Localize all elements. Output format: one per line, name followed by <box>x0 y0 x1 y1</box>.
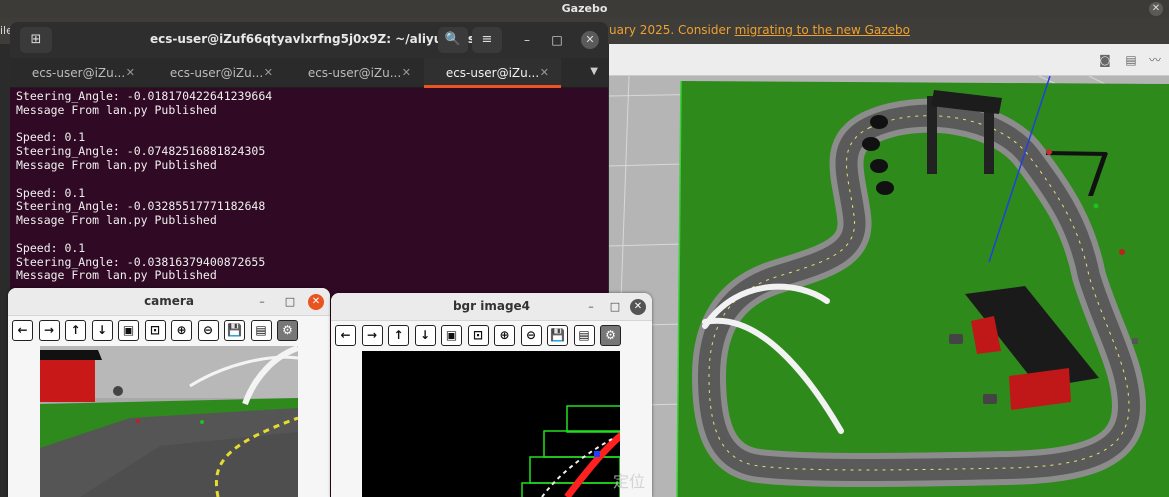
terminal-tab-1[interactable]: ecs-user@iZu... ✕ <box>10 58 147 88</box>
terminal-line: Steering_Angle: -0.018170422641239664 <box>16 89 273 103</box>
zoom-out-icon[interactable]: ⊖ <box>197 320 219 341</box>
terminal-maximize-button[interactable]: □ <box>548 31 566 49</box>
arrow-up-icon[interactable]: ↑ <box>65 320 86 341</box>
migration-link[interactable]: migrating to the new Gazebo <box>735 23 910 37</box>
terminal-line: Steering_Angle: -0.07482516881824305 <box>16 144 266 159</box>
camera-image <box>40 346 298 497</box>
tab-close-icon[interactable]: ✕ <box>402 58 411 88</box>
zoom-out-icon[interactable]: ⊖ <box>520 325 542 346</box>
save-icon[interactable]: 💾 <box>224 320 245 341</box>
gazebo-close-button[interactable]: ✕ <box>1149 2 1163 16</box>
gazebo-titlebar: Gazebo ✕ <box>0 0 1169 18</box>
terminal-line: Message From lan.py Published <box>16 102 217 117</box>
new-tab-button[interactable]: ⊞ <box>20 27 52 53</box>
gazebo-deprecation-notice: uary 2025. Consider migrating to the new… <box>609 23 910 37</box>
hamburger-menu-icon[interactable]: ≡ <box>472 27 502 53</box>
settings-icon[interactable]: ⚙ <box>277 320 298 341</box>
camera-icon[interactable]: ◙ <box>1095 52 1115 68</box>
terminal-line: Speed: 0.1 <box>16 185 86 200</box>
log-icon[interactable]: ▤ <box>1121 52 1141 68</box>
terminal-tabbar: ecs-user@iZu... ✕ ecs-user@iZu... ✕ ecs-us… <box>10 58 608 88</box>
tab-label: ecs-user@iZu... <box>169 66 264 80</box>
arrow-right-icon[interactable]: → <box>361 325 383 346</box>
bgr-window-header: bgr image4 – □ ✕ <box>331 293 652 321</box>
terminal-close-button[interactable]: ✕ <box>581 31 599 49</box>
properties-icon[interactable]: ▤ <box>250 320 272 341</box>
tab-label: ecs-user@iZu... <box>307 66 402 80</box>
settings-icon[interactable]: ⚙ <box>600 325 621 346</box>
arrow-left-icon[interactable]: ← <box>12 320 33 341</box>
zoom-original-icon[interactable]: ⊡ <box>467 325 489 346</box>
terminal-line: Speed: 0.1 <box>16 130 86 145</box>
zoom-fit-icon[interactable]: ▣ <box>118 320 139 341</box>
zoom-fit-icon[interactable]: ▣ <box>441 325 462 346</box>
gazebo-title: Gazebo <box>561 2 608 15</box>
terminal-line: Speed: 0.1 <box>16 240 86 255</box>
zoom-original-icon[interactable]: ⊡ <box>144 320 166 341</box>
arrow-right-icon[interactable]: → <box>38 320 60 341</box>
save-icon[interactable]: 💾 <box>547 325 568 346</box>
bgr-image-window[interactable]: bgr image4 – □ ✕ ← → ↑ ↓ ▣ ⊡ ⊕ ⊖ 💾 ▤ ⚙ <box>331 293 652 497</box>
plot-icon[interactable]: 〰 <box>1145 52 1165 68</box>
terminal-line: Steering_Angle: -0.03816379400872655 <box>16 254 266 269</box>
tab-close-icon[interactable]: ✕ <box>264 58 273 88</box>
terminal-line: Message From lan.py Published <box>16 157 217 172</box>
bgr-maximize-button[interactable]: □ <box>607 299 623 315</box>
search-icon[interactable]: 🔍 <box>438 27 468 53</box>
zoom-in-icon[interactable]: ⊕ <box>494 325 515 346</box>
tab-label: ecs-user@iZu... <box>445 66 540 80</box>
terminal-line: Message From lan.py Published <box>16 213 217 228</box>
terminal-tab-3[interactable]: ecs-user@iZu... ✕ <box>286 58 423 88</box>
tab-label: ecs-user@iZu... <box>31 66 126 80</box>
terminal-tab-4[interactable]: ecs-user@iZu... ✕ <box>424 58 561 88</box>
notice-text: uary 2025. Consider <box>609 23 735 37</box>
arrow-down-icon[interactable]: ↓ <box>414 325 436 346</box>
tab-list-dropdown-icon[interactable]: ▼ <box>590 66 598 77</box>
camera-close-button[interactable]: ✕ <box>308 294 324 310</box>
terminal-output[interactable]: Steering_Angle: -0.018170422641239664 Mes… <box>16 89 606 283</box>
watermark-text: 定位 <box>613 472 646 491</box>
camera-window[interactable]: camera – □ ✕ ← → ↑ ↓ ▣ ⊡ ⊕ ⊖ 💾 ▤ ⚙ <box>8 288 330 497</box>
terminal-headerbar: ⊞ ecs-user@iZuf66qtyavlxrfng5j0x9Z: ~/al… <box>10 22 608 58</box>
bgr-minimize-button[interactable]: – <box>583 299 599 315</box>
arrow-up-icon[interactable]: ↑ <box>388 325 409 346</box>
terminal-tab-2[interactable]: ecs-user@iZu... ✕ <box>148 58 285 88</box>
tab-close-icon[interactable]: ✕ <box>540 58 549 88</box>
properties-icon[interactable]: ▤ <box>573 325 595 346</box>
scene-render <box>609 76 1169 497</box>
bgr-image <box>362 351 620 497</box>
terminal-title: ecs-user@iZuf66qtyavlxrfng5j0x9Z: ~/aliy… <box>150 32 476 46</box>
terminal-minimize-button[interactable]: – <box>518 31 536 49</box>
desktop: Gazebo ✕ ile uary 2025. Consider migrati… <box>0 0 1169 497</box>
bgr-close-button[interactable]: ✕ <box>630 299 646 315</box>
gazebo-toolbar: ◙ ▤ 〰 <box>609 44 1169 76</box>
arrow-down-icon[interactable]: ↓ <box>91 320 113 341</box>
zoom-in-icon[interactable]: ⊕ <box>171 320 192 341</box>
camera-maximize-button[interactable]: □ <box>282 294 298 310</box>
gazebo-3d-viewport[interactable] <box>609 76 1169 497</box>
terminal-line: Message From lan.py Published <box>16 268 217 283</box>
camera-window-header: camera – □ ✕ <box>8 288 330 316</box>
bgr-window-title: bgr image4 <box>452 299 531 313</box>
terminal-line: Steering_Angle: -0.03285517771182648 <box>16 199 266 214</box>
tab-close-icon[interactable]: ✕ <box>126 58 135 88</box>
camera-minimize-button[interactable]: – <box>254 294 270 310</box>
arrow-left-icon[interactable]: ← <box>335 325 356 346</box>
